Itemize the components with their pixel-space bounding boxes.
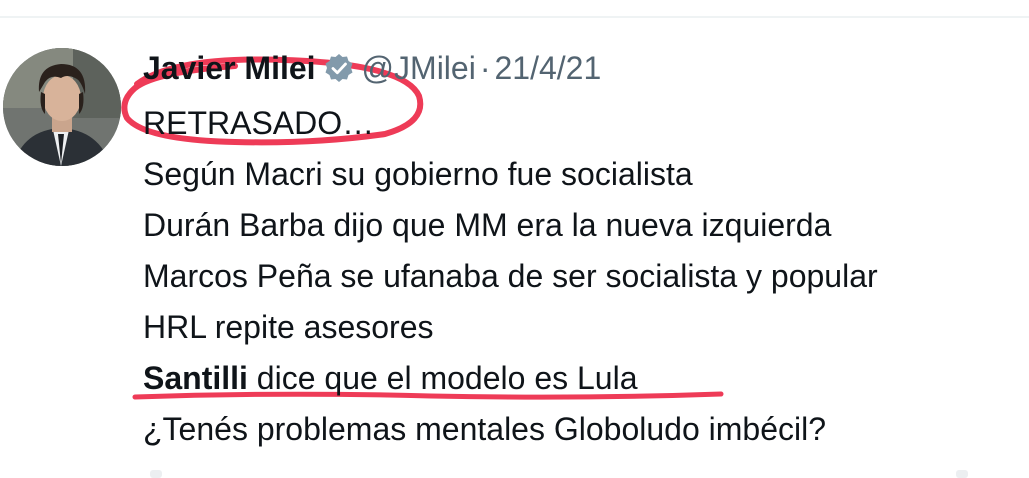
tweet-line: Según Macri su gobierno fue socialista xyxy=(143,156,693,192)
tweet-line: RETRASADO… xyxy=(143,105,375,141)
tweet-line: Marcos Peña se ufanaba de ser socialista… xyxy=(143,258,878,294)
tweet-line-highlighted: Santilli dice que el modelo es Lula xyxy=(143,353,1023,404)
action-bar-fragment xyxy=(150,470,162,478)
tweet-date[interactable]: 21/4/21 xyxy=(494,50,601,87)
separator-dot: · xyxy=(479,49,491,86)
avatar-photo xyxy=(3,48,121,166)
highlighted-name: Santilli xyxy=(143,360,248,396)
author-handle[interactable]: @JMilei xyxy=(362,50,476,87)
verified-badge-icon xyxy=(324,53,354,83)
top-divider xyxy=(0,16,1029,18)
tweet-line-rest: dice que el modelo es Lula xyxy=(247,360,638,396)
tweet-line: ¿Tenés problemas mentales Globoludo imbé… xyxy=(143,411,827,447)
avatar[interactable] xyxy=(3,48,121,166)
tweet: Javier Milei @JMilei · 21/4/21 RETRASADO… xyxy=(143,40,1023,455)
tweet-line: HRL repite asesores xyxy=(143,309,434,345)
tweet-line: Durán Barba dijo que MM era la nueva izq… xyxy=(143,207,832,243)
author-name[interactable]: Javier Milei xyxy=(143,50,316,87)
action-bar-fragment xyxy=(956,470,968,478)
tweet-text: RETRASADO… Según Macri su gobierno fue s… xyxy=(143,98,1023,455)
tweet-header: Javier Milei @JMilei · 21/4/21 xyxy=(143,40,1023,96)
